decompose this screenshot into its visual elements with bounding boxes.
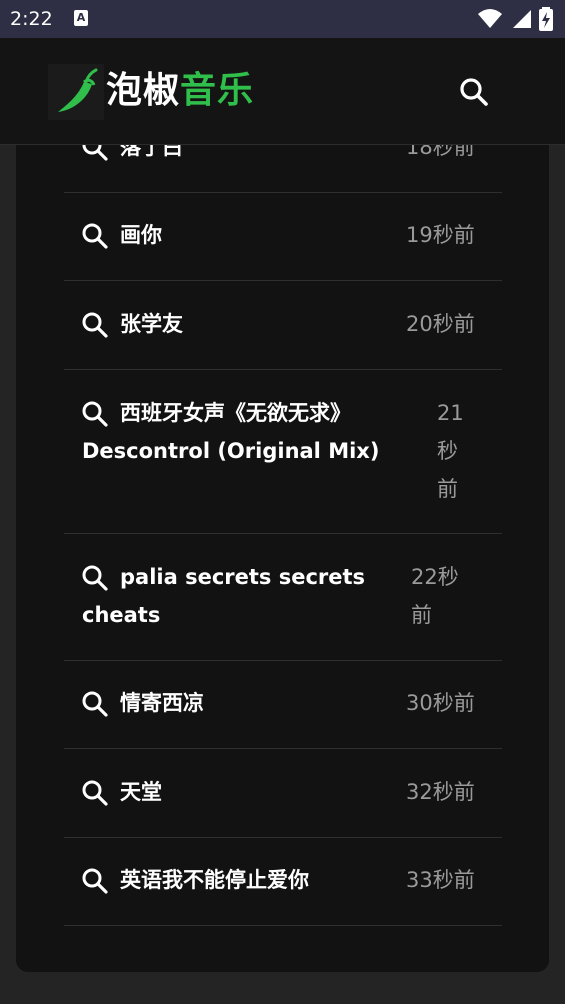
app-title-part2: 音乐 <box>180 70 255 111</box>
status-time: 2:22 <box>10 8 53 30</box>
wifi-icon <box>478 9 502 28</box>
history-item[interactable]: 天堂 32秒前 <box>64 749 502 838</box>
chili-pepper-icon <box>48 64 104 120</box>
history-time: 19秒前 <box>406 223 475 247</box>
history-item[interactable]: 西班牙女声《无欲无求》Descontrol (Original Mix) 21秒… <box>64 370 502 534</box>
history-item[interactable]: palia secrets secrets cheats 22秒前 <box>64 534 502 661</box>
history-query: 天堂 <box>120 780 162 804</box>
search-button[interactable] <box>458 76 490 108</box>
app-header: 泡椒音乐 <box>0 38 565 145</box>
history-item[interactable]: 情寄西凉 30秒前 <box>64 660 502 749</box>
history-time: 33秒前 <box>406 868 475 892</box>
status-bar: 2:22 A <box>0 0 565 38</box>
history-item[interactable]: 张学友 20秒前 <box>64 281 502 370</box>
history-item[interactable]: 英语我不能停止爱你 33秒前 <box>64 837 502 926</box>
history-time: 22秒前 <box>411 565 459 627</box>
history-time: 20秒前 <box>406 312 475 336</box>
history-query: 西班牙女声《无欲无求》Descontrol (Original Mix) <box>82 401 380 463</box>
app-title: 泡椒音乐 <box>106 68 254 114</box>
search-history-card: 落了白 18秒前 画你 19秒前 张学友 20秒前 西班牙女声《无欲无求》Des… <box>16 100 549 972</box>
history-query: 画你 <box>120 223 162 247</box>
history-query: 情寄西凉 <box>120 691 204 715</box>
history-query: palia secrets secrets cheats <box>82 565 366 627</box>
battery-charging-icon <box>539 7 553 31</box>
signal-icon <box>513 10 531 28</box>
history-item[interactable]: 画你 19秒前 <box>64 192 502 281</box>
history-query: 张学友 <box>120 312 183 336</box>
history-time: 32秒前 <box>406 780 475 804</box>
app-title-part1: 泡椒 <box>106 70 181 111</box>
history-query: 英语我不能停止爱你 <box>120 868 309 892</box>
history-time: 30秒前 <box>406 691 475 715</box>
history-time: 21秒前 <box>437 401 464 501</box>
search-icon <box>460 78 488 106</box>
a-box-icon: A <box>74 10 88 26</box>
